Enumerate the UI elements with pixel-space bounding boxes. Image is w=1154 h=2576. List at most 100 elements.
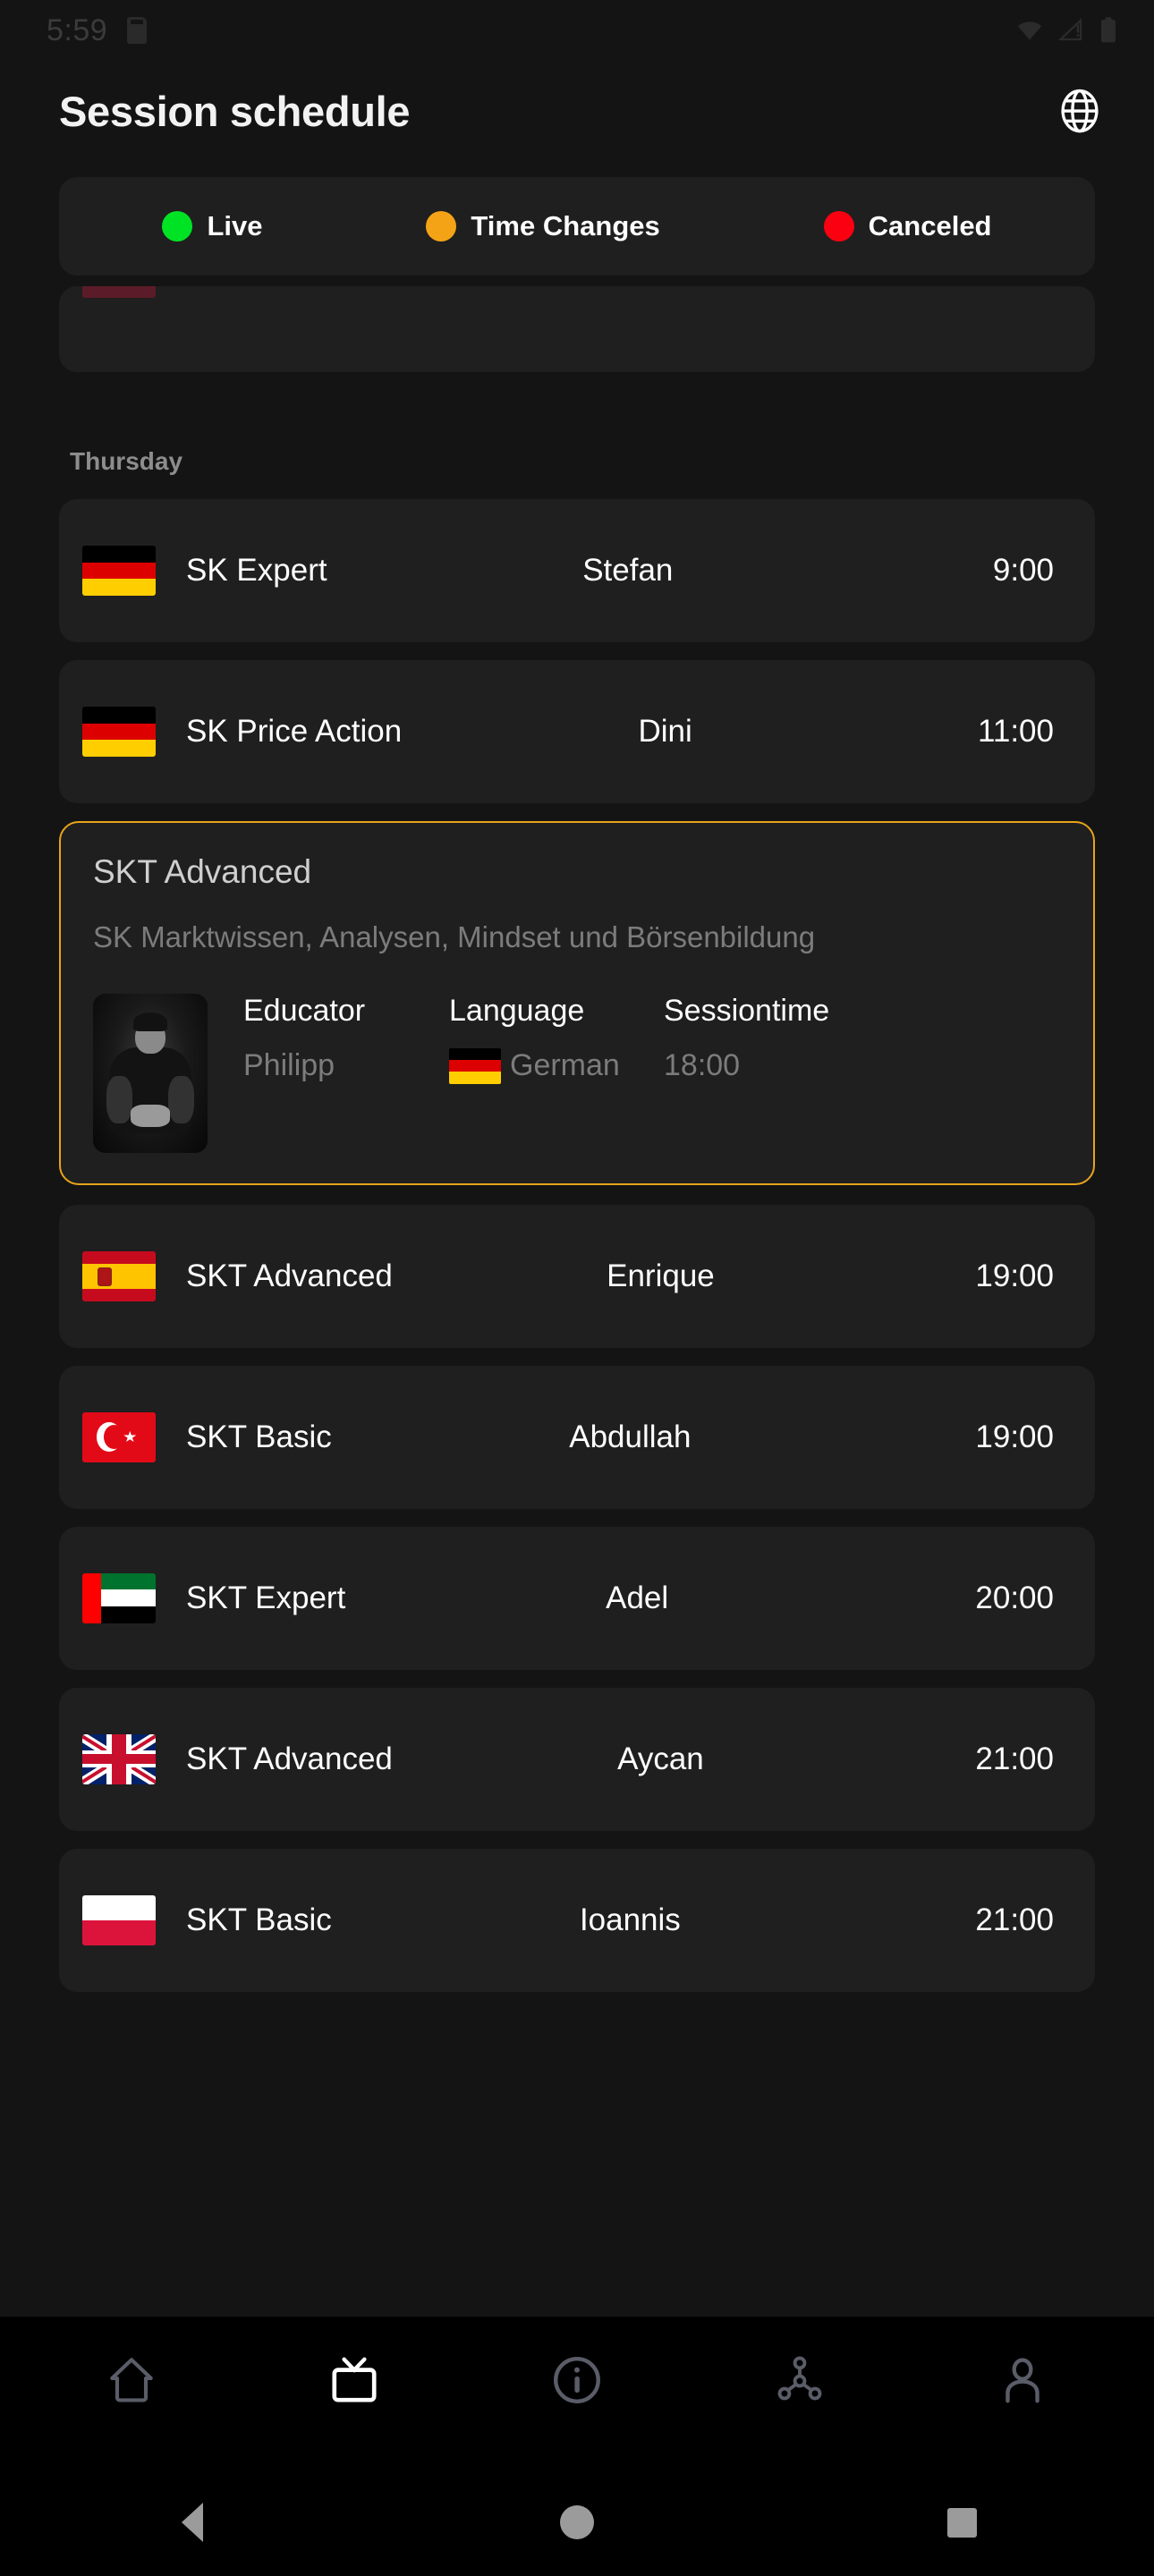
app-bar-actions (1052, 83, 1107, 139)
back-triangle-icon (182, 2503, 203, 2542)
session-educator: Enrique (607, 1258, 715, 1293)
session-educator: Stefan (582, 553, 674, 588)
session-time: 21:00 (975, 1902, 1054, 1937)
globe-icon (1061, 89, 1099, 133)
avatar (93, 993, 208, 1153)
table-row[interactable]: SK Expert Stefan 9:00 (59, 499, 1095, 642)
android-back-button[interactable] (112, 2469, 273, 2576)
table-row[interactable]: SKT Advanced Enrique 19:00 (59, 1204, 1095, 1348)
session-time: 19:00 (975, 1258, 1054, 1293)
sessiontime-header: Sessiontime (664, 993, 830, 1028)
session-title: SKT Basic (186, 1902, 332, 1937)
legend-item-canceled[interactable]: Canceled (823, 210, 992, 242)
canceled-status-dot (823, 211, 854, 242)
session-title: SKT Advanced (186, 1258, 393, 1293)
table-row[interactable]: SK Price Action Dini 11:00 (59, 660, 1095, 803)
status-bar-clock: 5:59 (47, 13, 108, 47)
table-row[interactable]: SKT Expert Adel 20:00 (59, 1526, 1095, 1670)
expanded-detail-headers: Educator Language Sessiontime (243, 994, 1059, 1029)
nav-tv-button[interactable] (301, 2334, 408, 2427)
android-home-button[interactable] (496, 2469, 658, 2576)
expanded-session-details: Educator Language Sessiontime Philipp Ge… (93, 993, 1059, 1153)
network-share-icon (777, 2356, 822, 2401)
flag-icon-pl (82, 1894, 156, 1945)
flag-icon-es (82, 1250, 156, 1301)
status-legend: Live Time Changes Canceled (59, 177, 1095, 275)
session-educator: Aycan (617, 1741, 704, 1776)
session-educator: Dini (638, 714, 692, 749)
clipped-row-content: SKT Basic Ioannis 21:00 (59, 286, 1095, 322)
nav-info-button[interactable] (523, 2334, 631, 2427)
cellular-signal-warning-icon (1057, 18, 1082, 41)
educator-value: Philipp (243, 1048, 335, 1083)
legend-label-live: Live (207, 210, 263, 242)
expanded-session-card[interactable]: SKT Advanced SK Marktwissen, Analysen, M… (59, 821, 1095, 1185)
table-row[interactable]: SKT Basic Abdullah 19:00 (59, 1365, 1095, 1509)
home-icon (109, 2358, 153, 2402)
nav-home-button[interactable] (78, 2334, 185, 2427)
android-navigation-bar (0, 2469, 1154, 2576)
flag-icon-tr (82, 1411, 156, 1462)
app-screen: 5:59 Session schedule Live Time Changes … (0, 0, 1154, 2576)
table-row[interactable]: SKT Advanced Aycan 21:00 (59, 1687, 1095, 1831)
educator-portrait-image (93, 993, 208, 1153)
legend-label-time-changes: Time Changes (471, 210, 660, 242)
time-changes-status-dot (426, 211, 457, 242)
flag-icon-ae (82, 1572, 156, 1623)
home-circle-icon (560, 2505, 594, 2539)
battery-icon (1101, 17, 1116, 43)
expanded-detail-columns: Educator Language Sessiontime Philipp Ge… (243, 994, 1059, 1084)
session-time: 11:00 (978, 714, 1054, 749)
nav-profile-button[interactable] (969, 2334, 1076, 2427)
session-title: SKT Basic (186, 286, 332, 291)
page-title: Session schedule (59, 87, 411, 135)
session-list[interactable]: SKT Basic Ioannis 21:00 Thursday SK Expe… (0, 275, 1154, 2317)
session-title: SKT Expert (186, 1580, 346, 1615)
legend-item-time-changes[interactable]: Time Changes (426, 210, 660, 242)
expanded-detail-values: Philipp German 18:00 (243, 1047, 1059, 1084)
info-icon (554, 2357, 600, 2403)
wifi-icon (1017, 21, 1042, 40)
session-educator: Ioannis (579, 1902, 681, 1937)
bottom-navigation (0, 2317, 1154, 2469)
app-bar: Session schedule (0, 61, 1154, 161)
session-title: SK Expert (186, 553, 327, 588)
session-educator: Adel (606, 1580, 669, 1615)
legend-item-live[interactable]: Live (162, 210, 262, 242)
session-time: 19:00 (975, 1419, 1054, 1454)
session-time: 21:00 (975, 1741, 1054, 1776)
table-row[interactable]: SKT Basic Ioannis 21:00 (59, 286, 1095, 372)
status-bar-left-icons (127, 17, 148, 44)
android-recents-button[interactable] (881, 2469, 1042, 2576)
sd-card-icon (127, 17, 148, 44)
session-time: 20:00 (975, 1580, 1054, 1615)
session-educator: Ioannis (581, 286, 682, 291)
language-value: German (510, 1048, 620, 1083)
session-title: SK Price Action (186, 714, 403, 749)
flag-icon-pl (82, 286, 156, 298)
status-bar-right-icons (1014, 16, 1118, 45)
flag-icon-de (449, 1047, 501, 1084)
expanded-session-description: SK Marktwissen, Analysen, Mindset und Bö… (93, 920, 816, 953)
flag-icon-gb (82, 1733, 156, 1784)
flag-icon-de (82, 546, 156, 596)
sessiontime-value: 18:00 (664, 1048, 741, 1083)
session-title: SKT Basic (186, 1419, 332, 1454)
profile-icon (1006, 2358, 1040, 2403)
session-time: 9:00 (992, 553, 1054, 588)
legend-label-canceled: Canceled (868, 210, 992, 242)
status-bar: 5:59 (0, 0, 1154, 61)
recents-square-icon (946, 2507, 977, 2538)
day-header: Thursday (70, 447, 183, 475)
language-globe-button[interactable] (1052, 83, 1107, 139)
nav-network-button[interactable] (746, 2334, 853, 2427)
live-status-dot (162, 211, 193, 242)
educator-header: Educator (243, 993, 366, 1028)
language-header: Language (449, 993, 585, 1028)
session-educator: Abdullah (569, 1419, 692, 1454)
flag-icon-de (82, 707, 156, 757)
session-time: 21:00 (930, 286, 1056, 291)
table-row[interactable]: SKT Basic Ioannis 21:00 (59, 1848, 1095, 1992)
expanded-session-title: SKT Advanced (93, 853, 312, 890)
session-title: SKT Advanced (186, 1741, 393, 1776)
